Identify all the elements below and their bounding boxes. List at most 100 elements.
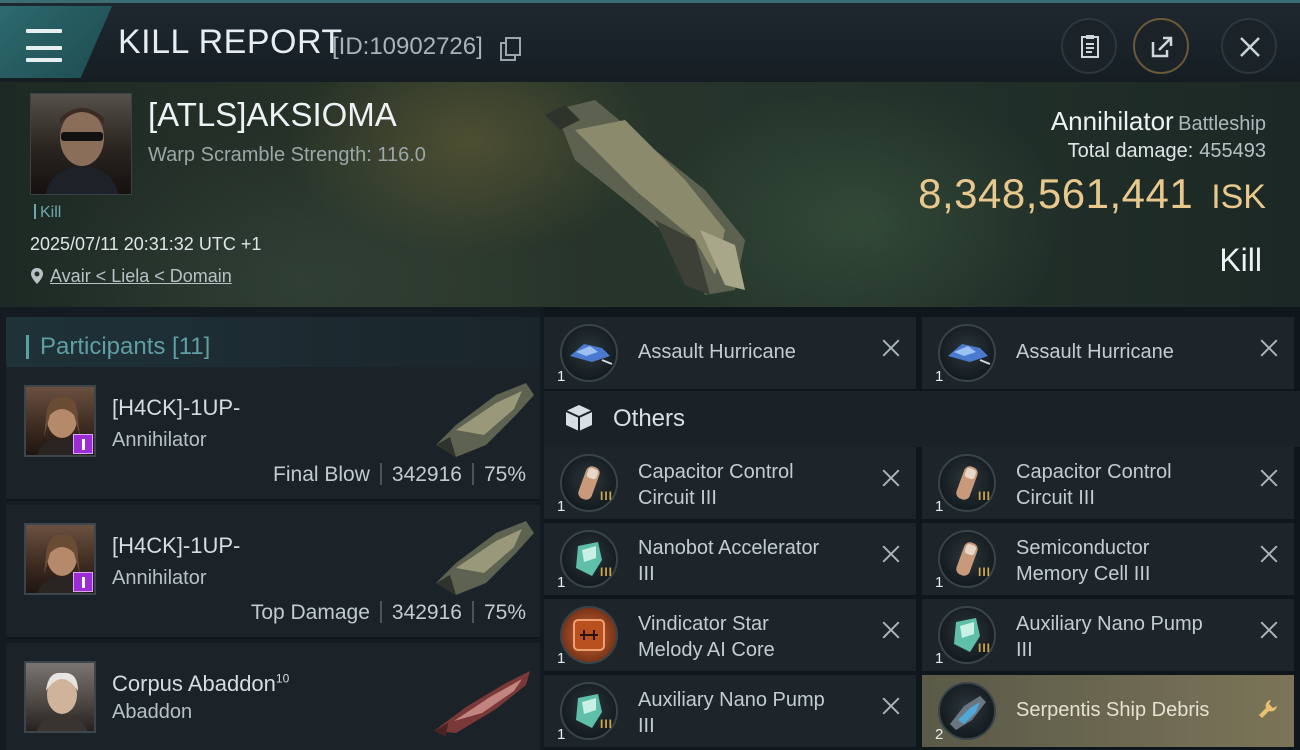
participant-ship: Abaddon bbox=[112, 701, 193, 723]
report-id: [ID:10902726] bbox=[332, 33, 483, 60]
list-item[interactable]: 1 III Capacitor Control Circuit III bbox=[544, 447, 916, 519]
participants-label: Participants [11] bbox=[40, 333, 211, 360]
participant-level: 10 bbox=[275, 671, 290, 686]
participant-role: Top Damage bbox=[250, 601, 370, 624]
participant-stats: Top Damage 342916 75% bbox=[251, 601, 526, 625]
list-item[interactable]: 1 III Capacitor Control Circuit III bbox=[922, 447, 1294, 519]
total-damage-label: Total damage: bbox=[1067, 140, 1194, 162]
list-item[interactable]: 1 Assault Hurricane bbox=[544, 317, 916, 389]
victim-portrait[interactable] bbox=[30, 93, 132, 195]
list-item[interactable]: 1 III Semiconductor Memory Cell III bbox=[922, 523, 1294, 595]
clipboard-button[interactable] bbox=[1061, 18, 1117, 74]
item-quantity: 1 bbox=[935, 368, 944, 385]
item-quantity: 1 bbox=[557, 574, 566, 591]
victim-ship-title: Annihilator Battleship bbox=[1051, 106, 1266, 137]
item-quantity: 1 bbox=[935, 574, 944, 591]
destroyed-icon bbox=[1260, 469, 1278, 487]
nano-rig-icon bbox=[560, 530, 618, 588]
item-name: Nanobot Accelerator III bbox=[638, 537, 820, 585]
list-item[interactable]: 1 III Auxiliary Nano Pump III bbox=[922, 599, 1294, 671]
item-name: Capacitor Control Circuit III bbox=[1016, 461, 1172, 509]
victim-panel: [ATLS]AKSIOMA Warp Scramble Strength: 11… bbox=[0, 82, 1300, 307]
list-item[interactable]: 1 Assault Hurricane bbox=[922, 317, 1294, 389]
participant-percent: 75% bbox=[483, 601, 526, 624]
kill-tag: Kill bbox=[34, 204, 61, 222]
list-item[interactable]: 2 Serpentis Ship Debris bbox=[922, 675, 1294, 747]
item-quantity: 1 bbox=[935, 498, 944, 515]
drone-icon bbox=[560, 324, 618, 382]
participant-name: [H4CK]-1UP- bbox=[112, 533, 241, 558]
item-name: Assault Hurricane bbox=[638, 341, 796, 363]
result-label: Kill bbox=[1219, 242, 1262, 278]
destroyed-icon bbox=[1260, 621, 1278, 639]
item-meta-level: III bbox=[978, 489, 992, 503]
item-quantity: 2 bbox=[935, 726, 944, 743]
isk-unit: ISK bbox=[1211, 178, 1266, 216]
item-name: Auxiliary Nano Pump III bbox=[638, 689, 825, 737]
menu-icon bbox=[26, 28, 62, 62]
destroyed-icon bbox=[882, 697, 900, 715]
victim-ship-image bbox=[545, 100, 745, 295]
isk-value: 8,348,561,441 ISK bbox=[918, 170, 1266, 218]
corp-badge-icon bbox=[73, 572, 93, 592]
debris-icon bbox=[938, 682, 996, 740]
drone-icon bbox=[938, 324, 996, 382]
victim-ship-name[interactable]: Annihilator bbox=[1051, 106, 1174, 136]
participants-header[interactable]: Participants [11] bbox=[6, 317, 540, 373]
participant-percent: 75% bbox=[483, 463, 526, 486]
menu-button[interactable] bbox=[0, 6, 112, 78]
avatar bbox=[24, 385, 96, 457]
list-item[interactable]: 1 III Nanobot Accelerator III bbox=[544, 523, 916, 595]
wrench-icon[interactable] bbox=[1256, 697, 1280, 721]
participant-row[interactable]: [H4CK]-1UP- Annihilator Final Blow 342916… bbox=[6, 367, 540, 501]
participants-panel: Participants [11] [H4CK]-1UP- Annihilato… bbox=[0, 307, 540, 750]
location-link[interactable]: Avair < Liela < Domain bbox=[50, 266, 232, 286]
destroyed-icon bbox=[882, 621, 900, 639]
list-item[interactable]: 1 Vindicator Star Melody AI Core bbox=[544, 599, 916, 671]
item-name: Serpentis Ship Debris bbox=[1016, 699, 1210, 721]
top-bar: KILL REPORT [ID:10902726] bbox=[0, 0, 1300, 82]
isk-amount: 8,348,561,441 bbox=[918, 170, 1194, 217]
close-icon bbox=[1240, 37, 1260, 57]
item-name: Assault Hurricane bbox=[1016, 341, 1174, 363]
close-button[interactable] bbox=[1221, 18, 1277, 74]
nano-rig-icon bbox=[938, 606, 996, 664]
participant-row[interactable]: Corpus Abaddon10 Abaddon bbox=[6, 643, 540, 750]
items-panel: 1 Assault Hurricane 1 Assault Hurricane … bbox=[544, 307, 1300, 750]
item-meta-level: III bbox=[600, 565, 614, 579]
kill-location[interactable]: Avair < Liela < Domain bbox=[30, 266, 232, 287]
participant-ship-icon bbox=[436, 521, 534, 595]
copy-icon[interactable] bbox=[500, 37, 521, 61]
item-name: Vindicator Star Melody AI Core bbox=[638, 613, 775, 661]
capacitor-rig-icon bbox=[938, 454, 996, 512]
ai-core-icon bbox=[560, 606, 618, 664]
pilot-portrait-icon bbox=[45, 108, 119, 194]
destroyed-icon bbox=[1260, 339, 1278, 357]
kill-datetime: 2025/07/11 20:31:32 UTC +1 bbox=[30, 234, 262, 254]
participant-ship: Annihilator bbox=[112, 567, 207, 589]
cube-icon bbox=[565, 405, 593, 431]
location-pin-icon bbox=[31, 268, 43, 284]
page-title: KILL REPORT bbox=[118, 23, 343, 61]
others-section-header[interactable]: Others bbox=[544, 391, 1300, 447]
destroyed-icon bbox=[1260, 545, 1278, 563]
victim-name[interactable]: [ATLS]AKSIOMA bbox=[148, 96, 397, 134]
destroyed-icon bbox=[882, 469, 900, 487]
item-quantity: 1 bbox=[557, 368, 566, 385]
destroyed-icon bbox=[882, 339, 900, 357]
participant-name: [H4CK]-1UP- bbox=[112, 395, 241, 420]
participant-ship-icon bbox=[436, 383, 534, 457]
item-quantity: 1 bbox=[935, 650, 944, 667]
capacitor-rig-icon bbox=[938, 530, 996, 588]
item-meta-level: III bbox=[600, 489, 614, 503]
participant-damage: 342916 bbox=[391, 601, 462, 624]
share-button[interactable] bbox=[1133, 18, 1189, 74]
participant-row[interactable]: [H4CK]-1UP- Annihilator Top Damage 342916… bbox=[6, 505, 540, 639]
item-quantity: 1 bbox=[557, 498, 566, 515]
list-item[interactable]: 1 III Auxiliary Nano Pump III bbox=[544, 675, 916, 747]
item-quantity: 1 bbox=[557, 650, 566, 667]
avatar bbox=[24, 661, 96, 733]
pilot-portrait-icon bbox=[37, 672, 87, 731]
participant-damage: 342916 bbox=[391, 463, 462, 486]
clipboard-icon bbox=[1081, 35, 1099, 58]
